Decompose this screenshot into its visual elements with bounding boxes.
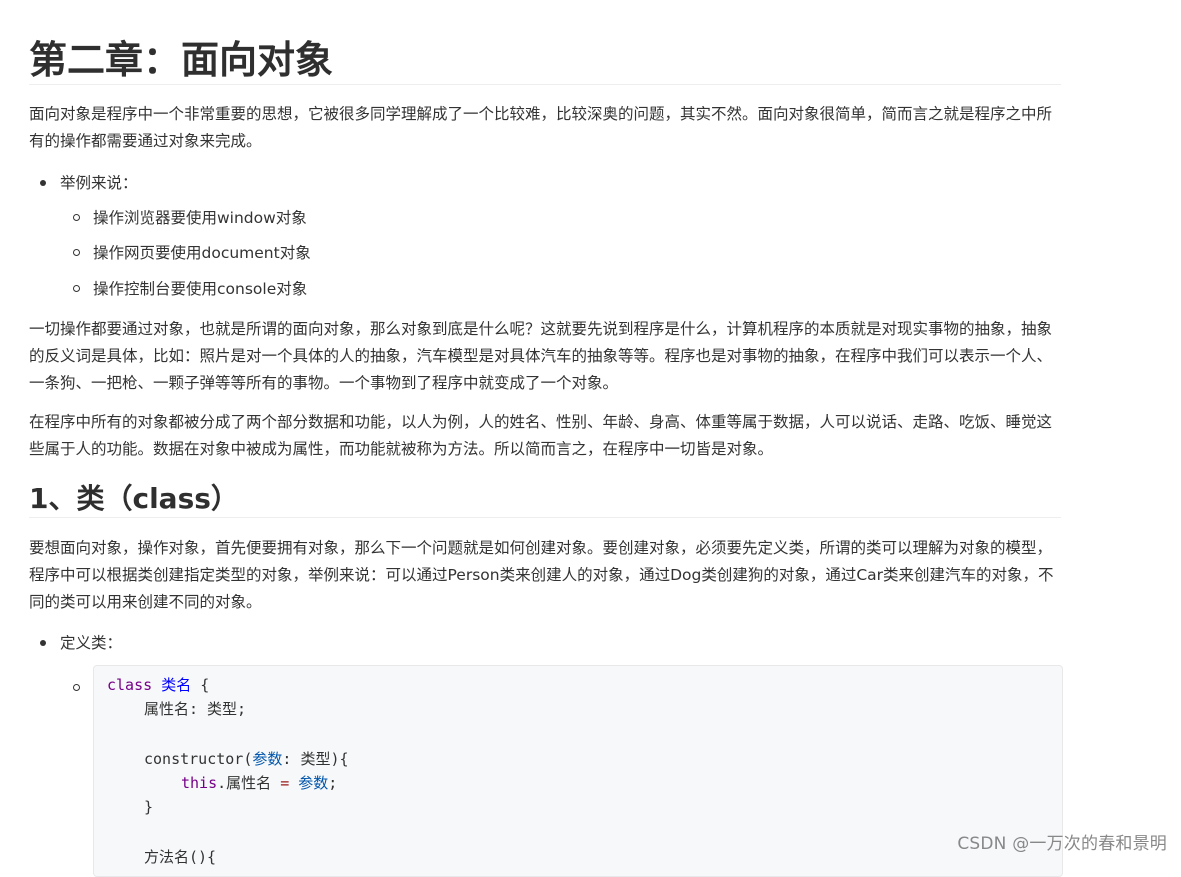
code-text: constructor( bbox=[144, 750, 253, 768]
code-operator: = bbox=[280, 774, 290, 792]
code-line: constructor(参数: 类型){ bbox=[144, 749, 349, 769]
examples-label: 举例来说： bbox=[60, 174, 138, 192]
csdn-watermark: CSDN @一万次的春和景明 bbox=[957, 834, 1167, 854]
code-text: .属性名 bbox=[217, 774, 281, 792]
code-param: 参数 bbox=[298, 774, 329, 792]
code-line: 方法名(){ bbox=[144, 847, 216, 867]
paragraph-class-intro: 要想面向对象，操作对象，首先便要拥有对象，那么下一个问题就是如何创建对象。要创建… bbox=[29, 539, 1054, 611]
code-text: : 类型){ bbox=[282, 750, 349, 768]
page-title: 第二章：面向对象 bbox=[29, 36, 1061, 85]
intro-paragraph: 面向对象是程序中一个非常重要的思想，它被很多同学理解成了一个比较难，比较深奥的问… bbox=[29, 105, 1053, 150]
bullet-dot bbox=[40, 180, 46, 186]
bullet-circle bbox=[73, 684, 80, 691]
code-text: 方法名(){ bbox=[144, 848, 217, 866]
code-text: 属性名: 类型; bbox=[144, 700, 247, 718]
bullet-circle bbox=[73, 249, 80, 256]
section-heading-class: 1、类（class） bbox=[29, 481, 1061, 518]
code-class-name: 类名 bbox=[161, 676, 192, 694]
code-param: 参数 bbox=[252, 750, 283, 768]
code-line: } bbox=[144, 797, 153, 817]
define-class-label: 定义类： bbox=[60, 634, 123, 652]
code-text: ; bbox=[328, 774, 338, 792]
bullet-dot bbox=[40, 640, 46, 646]
paragraph-data-and-function: 在程序中所有的对象都被分成了两个部分数据和功能，以人为例，人的姓名、性别、年龄、… bbox=[29, 413, 1053, 458]
code-line: 属性名: 类型; bbox=[144, 699, 246, 719]
code-line: class 类名 { bbox=[107, 675, 209, 695]
code-block: class 类名 { 属性名: 类型; constructor(参数: 类型){… bbox=[93, 665, 1063, 877]
code-text: { bbox=[191, 676, 210, 694]
code-keyword: class bbox=[107, 676, 153, 694]
paragraph-what-is-object: 一切操作都要通过对象，也就是所谓的面向对象，那么对象到底是什么呢？这就要先说到程… bbox=[29, 320, 1053, 392]
list-item: 操作浏览器要使用window对象 bbox=[93, 209, 307, 227]
list-item: 操作网页要使用document对象 bbox=[93, 244, 311, 262]
code-text: } bbox=[144, 798, 154, 816]
bullet-circle bbox=[73, 285, 80, 292]
list-item: 操作控制台要使用console对象 bbox=[93, 280, 308, 298]
code-keyword: this bbox=[181, 774, 218, 792]
code-line: this.属性名 = 参数; bbox=[181, 773, 337, 793]
bullet-circle bbox=[73, 214, 80, 221]
